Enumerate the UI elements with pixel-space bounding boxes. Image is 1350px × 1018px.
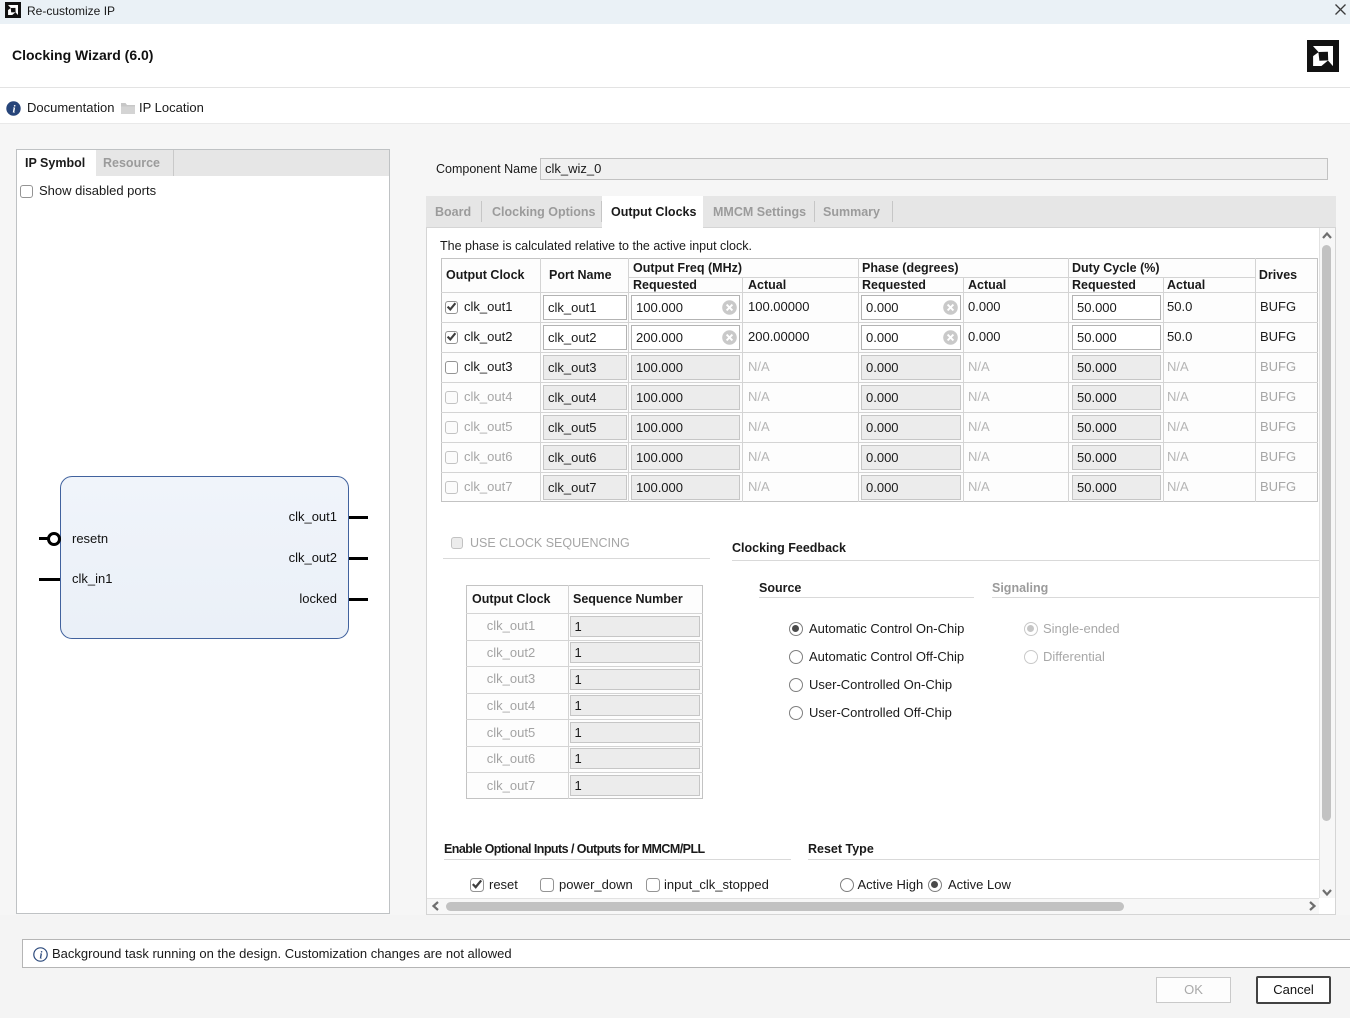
svg-text:i: i: [40, 950, 43, 961]
